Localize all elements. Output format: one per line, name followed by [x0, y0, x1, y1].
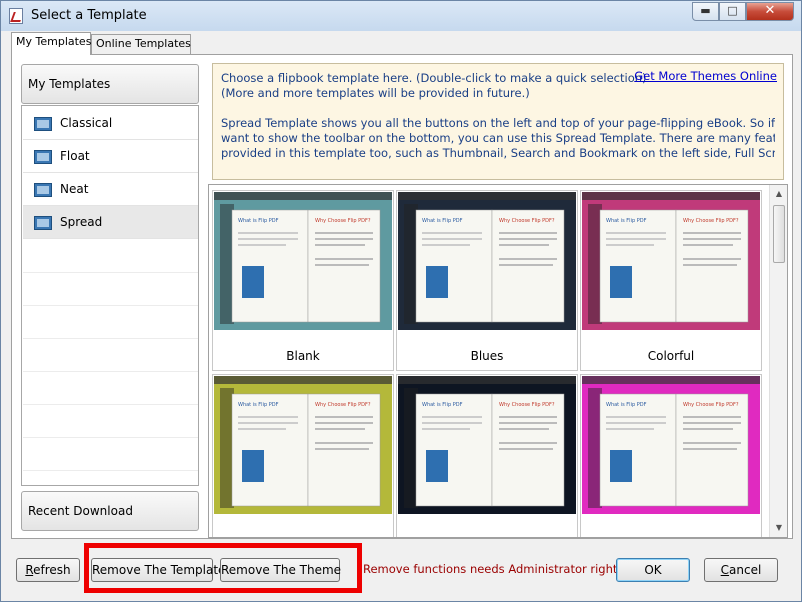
template-item-spread[interactable]: Spread: [23, 206, 198, 239]
scrollbar-thumb[interactable]: [773, 205, 785, 263]
recent-download-group-header[interactable]: Recent Download: [21, 491, 199, 531]
book-preview-image: What is Flip PDF Why Choose Flip PDF?: [398, 376, 576, 508]
svg-text:Why Choose Flip PDF?: Why Choose Flip PDF?: [315, 218, 371, 224]
cancel-button[interactable]: Cancel: [704, 558, 778, 582]
template-card[interactable]: What is Flip PDF Why Choose Flip PDF?: [396, 374, 578, 537]
template-thumbnail: What is Flip PDF Why Choose Flip PDF?: [398, 192, 576, 330]
svg-text:What is Flip PDF: What is Flip PDF: [238, 218, 279, 224]
svg-text:What is Flip PDF: What is Flip PDF: [606, 402, 647, 408]
template-card-label: Blues: [470, 349, 504, 363]
get-more-themes-link[interactable]: Get More Themes Online: [634, 69, 777, 84]
svg-text:What is Flip PDF: What is Flip PDF: [606, 218, 647, 224]
book-preview-image: What is Flip PDF Why Choose Flip PDF?: [214, 192, 392, 324]
minimize-button[interactable]: ▬: [692, 2, 719, 21]
list-divider: [23, 305, 198, 306]
template-icon: [34, 150, 52, 164]
tab-online-templates[interactable]: Online Templates: [91, 34, 191, 55]
template-thumbnail: What is Flip PDF Why Choose Flip PDF?: [214, 376, 392, 514]
book-preview-image: What is Flip PDF Why Choose Flip PDF?: [582, 376, 760, 508]
list-divider: [23, 437, 198, 438]
book-preview-image: What is Flip PDF Why Choose Flip PDF?: [398, 192, 576, 324]
template-card[interactable]: What is Flip PDF Why Choose Flip PDF? Blue…: [396, 190, 578, 371]
template-thumbnail: What is Flip PDF Why Choose Flip PDF?: [214, 192, 392, 330]
close-button[interactable]: ✕: [746, 2, 794, 21]
template-item-label: Neat: [60, 182, 89, 196]
refresh-button[interactable]: Refresh: [16, 558, 80, 582]
template-thumbnail: What is Flip PDF Why Choose Flip PDF?: [398, 376, 576, 514]
template-icon: [34, 216, 52, 230]
template-item-classical[interactable]: Classical: [23, 107, 198, 140]
remove-theme-button[interactable]: Remove The Theme: [220, 558, 341, 582]
template-card[interactable]: What is Flip PDF Why Choose Flip PDF? Colo…: [580, 190, 762, 371]
template-card[interactable]: What is Flip PDF Why Choose Flip PDF?: [580, 374, 762, 537]
window-title: Select a Template: [31, 8, 147, 23]
tab-my-templates[interactable]: My Templates: [11, 32, 91, 55]
svg-text:Why Choose Flip PDF?: Why Choose Flip PDF?: [683, 402, 739, 408]
list-divider: [23, 272, 198, 273]
template-card-label: Colorful: [647, 349, 695, 363]
list-divider: [23, 338, 198, 339]
ok-button[interactable]: OK: [616, 558, 690, 582]
app-icon: [9, 8, 23, 24]
select-template-dialog: Select a Template ▬ □ ✕ My Templates Onl…: [0, 0, 802, 602]
gallery-scrollbar[interactable]: ▲ ▼: [769, 185, 787, 537]
list-divider: [23, 371, 198, 372]
template-thumbnail: What is Flip PDF Why Choose Flip PDF?: [582, 192, 760, 330]
list-divider: [23, 470, 198, 471]
template-item-neat[interactable]: Neat: [23, 173, 198, 206]
cancel-accelerator: C: [720, 563, 730, 577]
remove-template-button[interactable]: Remove The Template: [91, 558, 225, 582]
template-item-label: Spread: [60, 215, 103, 229]
book-preview-image: What is Flip PDF Why Choose Flip PDF?: [582, 192, 760, 324]
svg-text:What is Flip PDF: What is Flip PDF: [422, 402, 463, 408]
refresh-label: efresh: [33, 563, 71, 577]
scroll-up-arrow-icon[interactable]: ▲: [772, 187, 786, 201]
template-icon: [34, 117, 52, 131]
title-bar[interactable]: Select a Template ▬ □ ✕: [1, 1, 801, 31]
refresh-accelerator: R: [25, 563, 34, 577]
template-gallery: What is Flip PDF Why Choose Flip PDF? Blan…: [208, 184, 788, 538]
template-card-label: Blank: [286, 349, 320, 363]
template-card[interactable]: What is Flip PDF Why Choose Flip PDF?: [212, 374, 394, 537]
svg-text:Why Choose Flip PDF?: Why Choose Flip PDF?: [499, 218, 555, 224]
my-templates-group-header[interactable]: My Templates: [21, 64, 199, 104]
template-item-label: Classical: [60, 116, 113, 130]
template-item-float[interactable]: Float: [23, 140, 198, 173]
template-description-line: provided in this template too, such as T…: [221, 146, 775, 160]
admin-rights-note: Remove functions needs Administrator rig…: [363, 562, 629, 576]
scroll-down-arrow-icon[interactable]: ▼: [772, 521, 786, 535]
template-card[interactable]: What is Flip PDF Why Choose Flip PDF? Blan…: [212, 190, 394, 371]
template-thumbnail: What is Flip PDF Why Choose Flip PDF?: [582, 376, 760, 514]
template-info-panel: Choose a flipbook template here. (Double…: [212, 63, 784, 180]
svg-text:Why Choose Flip PDF?: Why Choose Flip PDF?: [315, 402, 371, 408]
template-description-line: want to show the toolbar on the bottom, …: [221, 131, 775, 145]
cancel-label: ancel: [729, 563, 762, 577]
info-note: (More and more templates will be provide…: [221, 86, 530, 100]
template-description-line: Spread Template shows you all the button…: [221, 116, 775, 130]
maximize-button[interactable]: □: [719, 2, 746, 21]
svg-text:What is Flip PDF: What is Flip PDF: [238, 402, 279, 408]
book-preview-image: What is Flip PDF Why Choose Flip PDF?: [214, 376, 392, 508]
svg-text:What is Flip PDF: What is Flip PDF: [422, 218, 463, 224]
list-divider: [23, 404, 198, 405]
template-list: Classical Float Neat Spread: [21, 105, 199, 486]
svg-text:Why Choose Flip PDF?: Why Choose Flip PDF?: [499, 402, 555, 408]
template-item-label: Float: [60, 149, 90, 163]
svg-text:Why Choose Flip PDF?: Why Choose Flip PDF?: [683, 218, 739, 224]
template-category-pane: My Templates Classical Float Neat Spread: [21, 64, 201, 532]
template-icon: [34, 183, 52, 197]
